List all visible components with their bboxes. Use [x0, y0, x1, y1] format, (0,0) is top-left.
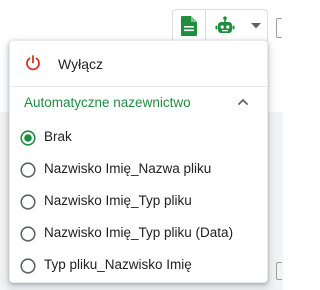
radio-unselected-icon[interactable]: [20, 162, 36, 178]
power-icon: [25, 55, 41, 76]
radio-unselected-icon[interactable]: [20, 258, 36, 274]
option-label: Nazwisko Imię_Typ pliku: [44, 193, 192, 208]
robot-icon: [215, 16, 235, 33]
turn-off-item[interactable]: Wyłącz: [10, 44, 267, 84]
section-title: Automatyczne nazewnictwo: [24, 95, 191, 110]
menu-dropdown-button[interactable]: [245, 10, 267, 42]
radio-unselected-icon[interactable]: [20, 226, 36, 242]
edge-bracket-top: [276, 18, 282, 38]
edge-bracket-bottom: [276, 262, 282, 280]
option-label: Typ pliku_Nazwisko Imię: [44, 257, 192, 272]
radio-unselected-icon[interactable]: [20, 194, 36, 210]
option-typ-pliku-nazwisko-imie[interactable]: Typ pliku_Nazwisko Imię: [10, 247, 267, 285]
auto-naming-button[interactable]: [206, 10, 246, 42]
extension-toolbar: [172, 9, 268, 43]
turn-off-label: Wyłącz: [58, 56, 103, 72]
page-edge: [276, 0, 283, 290]
radio-selected-icon[interactable]: [20, 130, 36, 146]
option-label: Nazwisko Imię_Nazwa pliku: [44, 161, 212, 176]
document-button[interactable]: [173, 10, 206, 42]
auto-naming-menu: Wyłącz Automatyczne nazewnictwo Brak Naz…: [9, 40, 268, 283]
option-label: Nazwisko Imię_Typ pliku (Data): [44, 225, 234, 240]
caret-down-icon: [251, 23, 262, 29]
document-icon: [180, 16, 197, 36]
chevron-up-icon: [236, 95, 250, 114]
option-label: Brak: [44, 129, 72, 144]
auto-naming-section-header[interactable]: Automatyczne nazewnictwo: [10, 86, 267, 120]
